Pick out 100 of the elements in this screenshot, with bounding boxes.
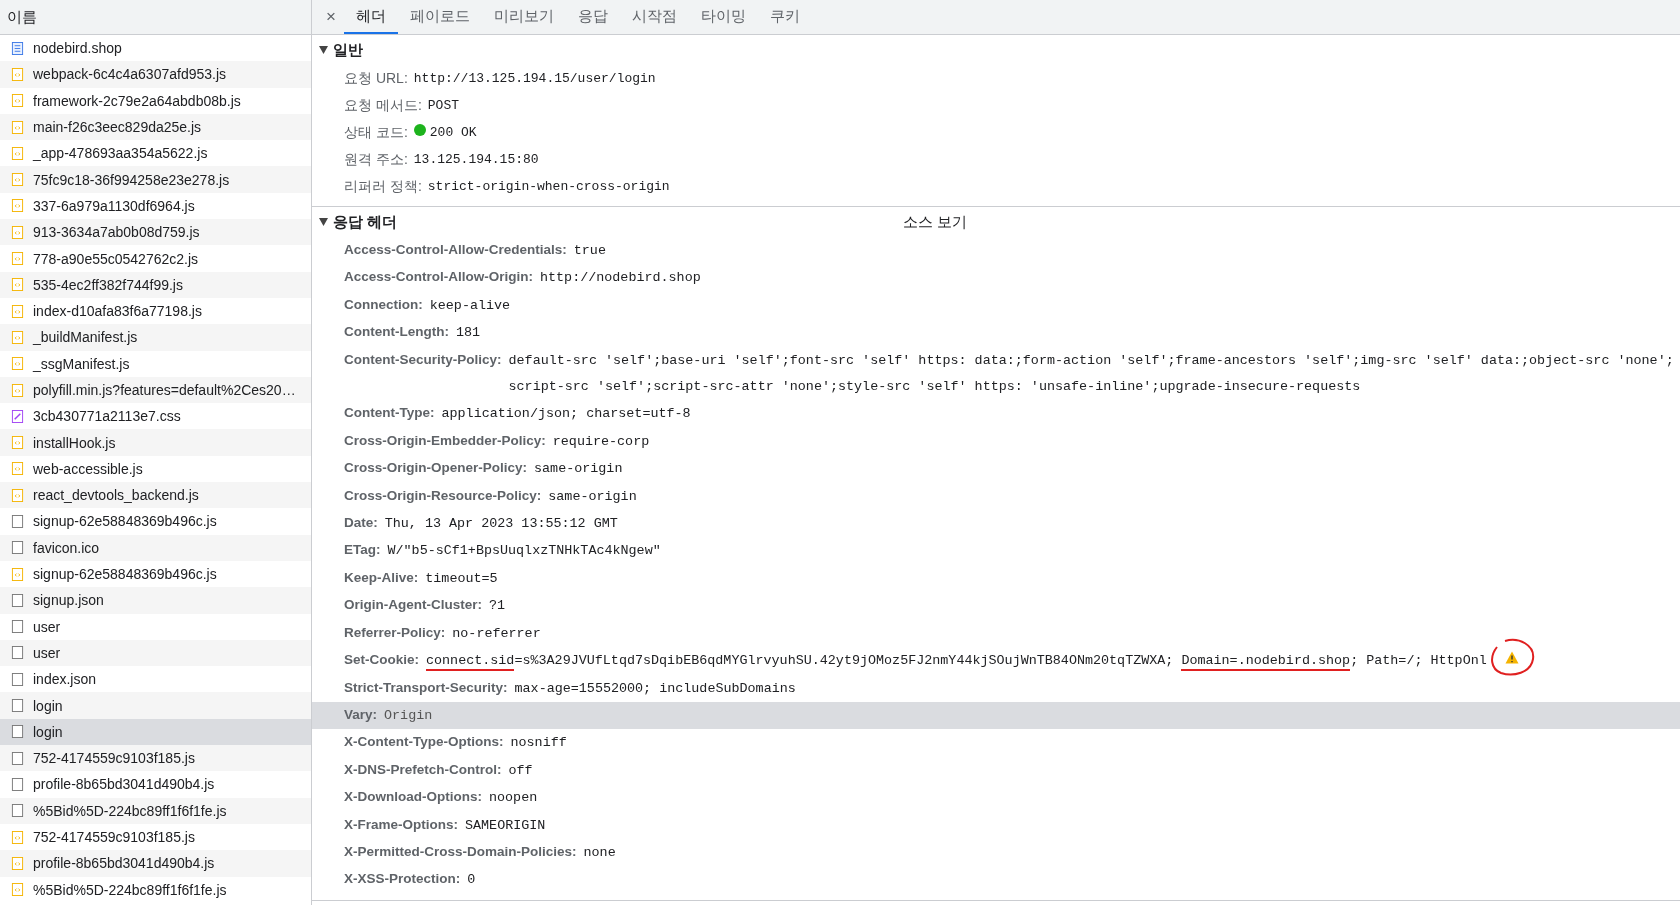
request-row[interactable]: 3cb430771a2113e7.css: [0, 403, 311, 430]
header-name: Origin-Agent-Cluster:: [344, 596, 482, 615]
blank-file-icon: [11, 593, 24, 607]
request-row[interactable]: favicon.ico: [0, 534, 311, 561]
request-row[interactable]: %5Bid%5D-224bc89ff1f6f1fe.js: [0, 797, 311, 824]
request-row[interactable]: 337-6a979a1130df6964.js: [0, 192, 311, 220]
request-row[interactable]: signup.json: [0, 587, 311, 614]
field-label: 상태 코드:: [344, 124, 408, 142]
section-title[interactable]: 일반: [333, 40, 903, 60]
tab[interactable]: 타이밍: [688, 0, 758, 34]
request-row[interactable]: polyfill.min.js?features=default%2Ces20…: [0, 376, 311, 404]
tab[interactable]: 미리보기: [481, 0, 566, 34]
header-name: Referrer-Policy:: [344, 623, 446, 642]
blank-file-icon: [11, 672, 24, 686]
tab[interactable]: 페이로드: [397, 0, 482, 34]
script-file-icon: [11, 330, 24, 344]
request-row[interactable]: signup-62e58848369b496c.js: [0, 560, 311, 588]
request-name: signup-62e58848369b496c.js: [33, 566, 217, 583]
request-row[interactable]: profile-8b65bd3041d490b4.js: [0, 850, 311, 877]
blank-file-icon: [11, 804, 24, 818]
blank-file-icon: [11, 515, 24, 528]
request-name: _buildManifest.js: [33, 329, 138, 346]
field-value: 13.125.194.15:80: [413, 151, 540, 169]
name-column-header[interactable]: 이름: [0, 0, 311, 35]
request-name: webpack-6c4c4a6307afd953.js: [33, 66, 227, 83]
close-button[interactable]: ×: [318, 0, 344, 34]
script-file-icon: [11, 252, 24, 265]
request-name: 913-3634a7ab0b08d759.js: [33, 224, 200, 241]
header-name: Date:: [344, 514, 378, 533]
request-name: 3cb430771a2113e7.css: [33, 408, 181, 425]
request-row[interactable]: main-f26c3eec829da25e.js: [0, 113, 311, 141]
request-row[interactable]: profile-8b65bd3041d490b4.js: [0, 771, 311, 798]
header-name: Access-Control-Allow-Origin:: [344, 268, 533, 287]
request-name: user: [33, 618, 61, 635]
view-source-link[interactable]: 소스 보기: [903, 212, 968, 232]
script-file-icon: [11, 462, 24, 476]
header-name: Content-Security-Policy:: [344, 350, 502, 369]
section-title[interactable]: 응답 헤더: [333, 212, 903, 232]
request-row[interactable]: 75fc9c18-36f994258e23e278.js: [0, 166, 311, 193]
request-row[interactable]: installHook.js: [0, 429, 311, 456]
request-row[interactable]: web-accessible.js: [0, 455, 311, 483]
header-value: no-referrer: [452, 624, 542, 643]
tab[interactable]: 쿠키: [757, 0, 812, 34]
request-name: index.json: [33, 671, 97, 688]
expanded-triangle-icon[interactable]: [319, 46, 328, 54]
tab[interactable]: 응답: [565, 0, 620, 34]
script-file-icon: [11, 830, 24, 844]
header-value: true: [573, 242, 607, 260]
script-file-icon: [11, 304, 24, 318]
request-row[interactable]: login: [0, 718, 311, 745]
script-file-icon: [11, 146, 24, 160]
tab[interactable]: 시작점: [619, 0, 689, 34]
header-name: Cross-Origin-Opener-Policy:: [344, 459, 528, 478]
blank-file-icon: [11, 699, 24, 713]
header-value: default-src 'self';base-uri 'self';font-src 'self' https: data:;form-action 'self';frame-ancestors 'self';img-src 'self' data:;object-src 'none';script-src 'self';script-src-attr 'none';style-src 'self' https: 'unsafe-inline';upgrade-insecure-requests: [508, 351, 1675, 397]
request-row[interactable]: _app-478693aa354a5622.js: [0, 140, 311, 167]
request-row[interactable]: index-d10afa83f6a77198.js: [0, 297, 311, 325]
request-name: installHook.js: [33, 434, 116, 451]
request-name: web-accessible.js: [33, 460, 143, 477]
header-name: Connection:: [344, 295, 423, 314]
header-value: none: [583, 843, 617, 862]
request-name: %5Bid%5D-224bc89ff1f6f1fe.js: [33, 881, 227, 898]
request-row[interactable]: 913-3634a7ab0b08d759.js: [0, 219, 311, 246]
request-row[interactable]: signup-62e58848369b496c.js: [0, 508, 311, 535]
header-value: timeout=5: [425, 569, 499, 588]
request-row[interactable]: react_devtools_backend.js: [0, 482, 311, 509]
request-name: 752-4174559c9103f185.js: [33, 750, 195, 767]
expanded-triangle-icon[interactable]: [319, 218, 328, 226]
request-row[interactable]: framework-2c79e2a64abdb08b.js: [0, 87, 311, 114]
request-name: signup-62e58848369b496c.js: [33, 513, 217, 530]
header-value: 181: [455, 324, 482, 343]
field-value: POST: [427, 97, 460, 115]
request-row[interactable]: login: [0, 692, 311, 719]
request-row[interactable]: %5Bid%5D-224bc89ff1f6f1fe.js: [0, 876, 311, 903]
warning-icon[interactable]: [1504, 651, 1519, 665]
request-row[interactable]: _ssgManifest.js: [0, 350, 311, 377]
request-row[interactable]: 752-4174559c9103f185.js: [0, 745, 311, 772]
request-name: react_devtools_backend.js: [33, 487, 199, 504]
request-row[interactable]: 535-4ec2ff382f744f99.js: [0, 271, 311, 298]
script-file-icon: [11, 567, 24, 581]
request-row[interactable]: user: [0, 613, 311, 640]
request-name: login: [33, 723, 63, 740]
request-row[interactable]: user: [0, 639, 311, 667]
request-name: 778-a90e55c0542762c2.js: [33, 250, 199, 267]
request-row[interactable]: index.json: [0, 666, 311, 693]
request-row[interactable]: webpack-6c4c4a6307afd953.js: [0, 61, 311, 88]
request-name: framework-2c79e2a64abdb08b.js: [33, 92, 241, 109]
request-row[interactable]: _buildManifest.js: [0, 324, 311, 351]
request-row[interactable]: 778-a90e55c0542762c2.js: [0, 245, 311, 272]
script-file-icon: [11, 436, 24, 450]
header-name: Set-Cookie:: [344, 651, 419, 670]
tab[interactable]: 헤더: [343, 0, 398, 34]
request-row[interactable]: 752-4174559c9103f185.js: [0, 823, 311, 851]
header-name: X-Frame-Options:: [344, 815, 458, 834]
request-name: polyfill.min.js?features=default%2Ces20…: [33, 382, 296, 398]
request-name: signup.json: [33, 592, 104, 609]
request-row[interactable]: nodebird.shop: [0, 35, 311, 62]
request-name: profile-8b65bd3041d490b4.js: [33, 855, 215, 872]
header-name: X-Permitted-Cross-Domain-Policies:: [344, 842, 577, 861]
header-value: require-corp: [552, 432, 651, 451]
